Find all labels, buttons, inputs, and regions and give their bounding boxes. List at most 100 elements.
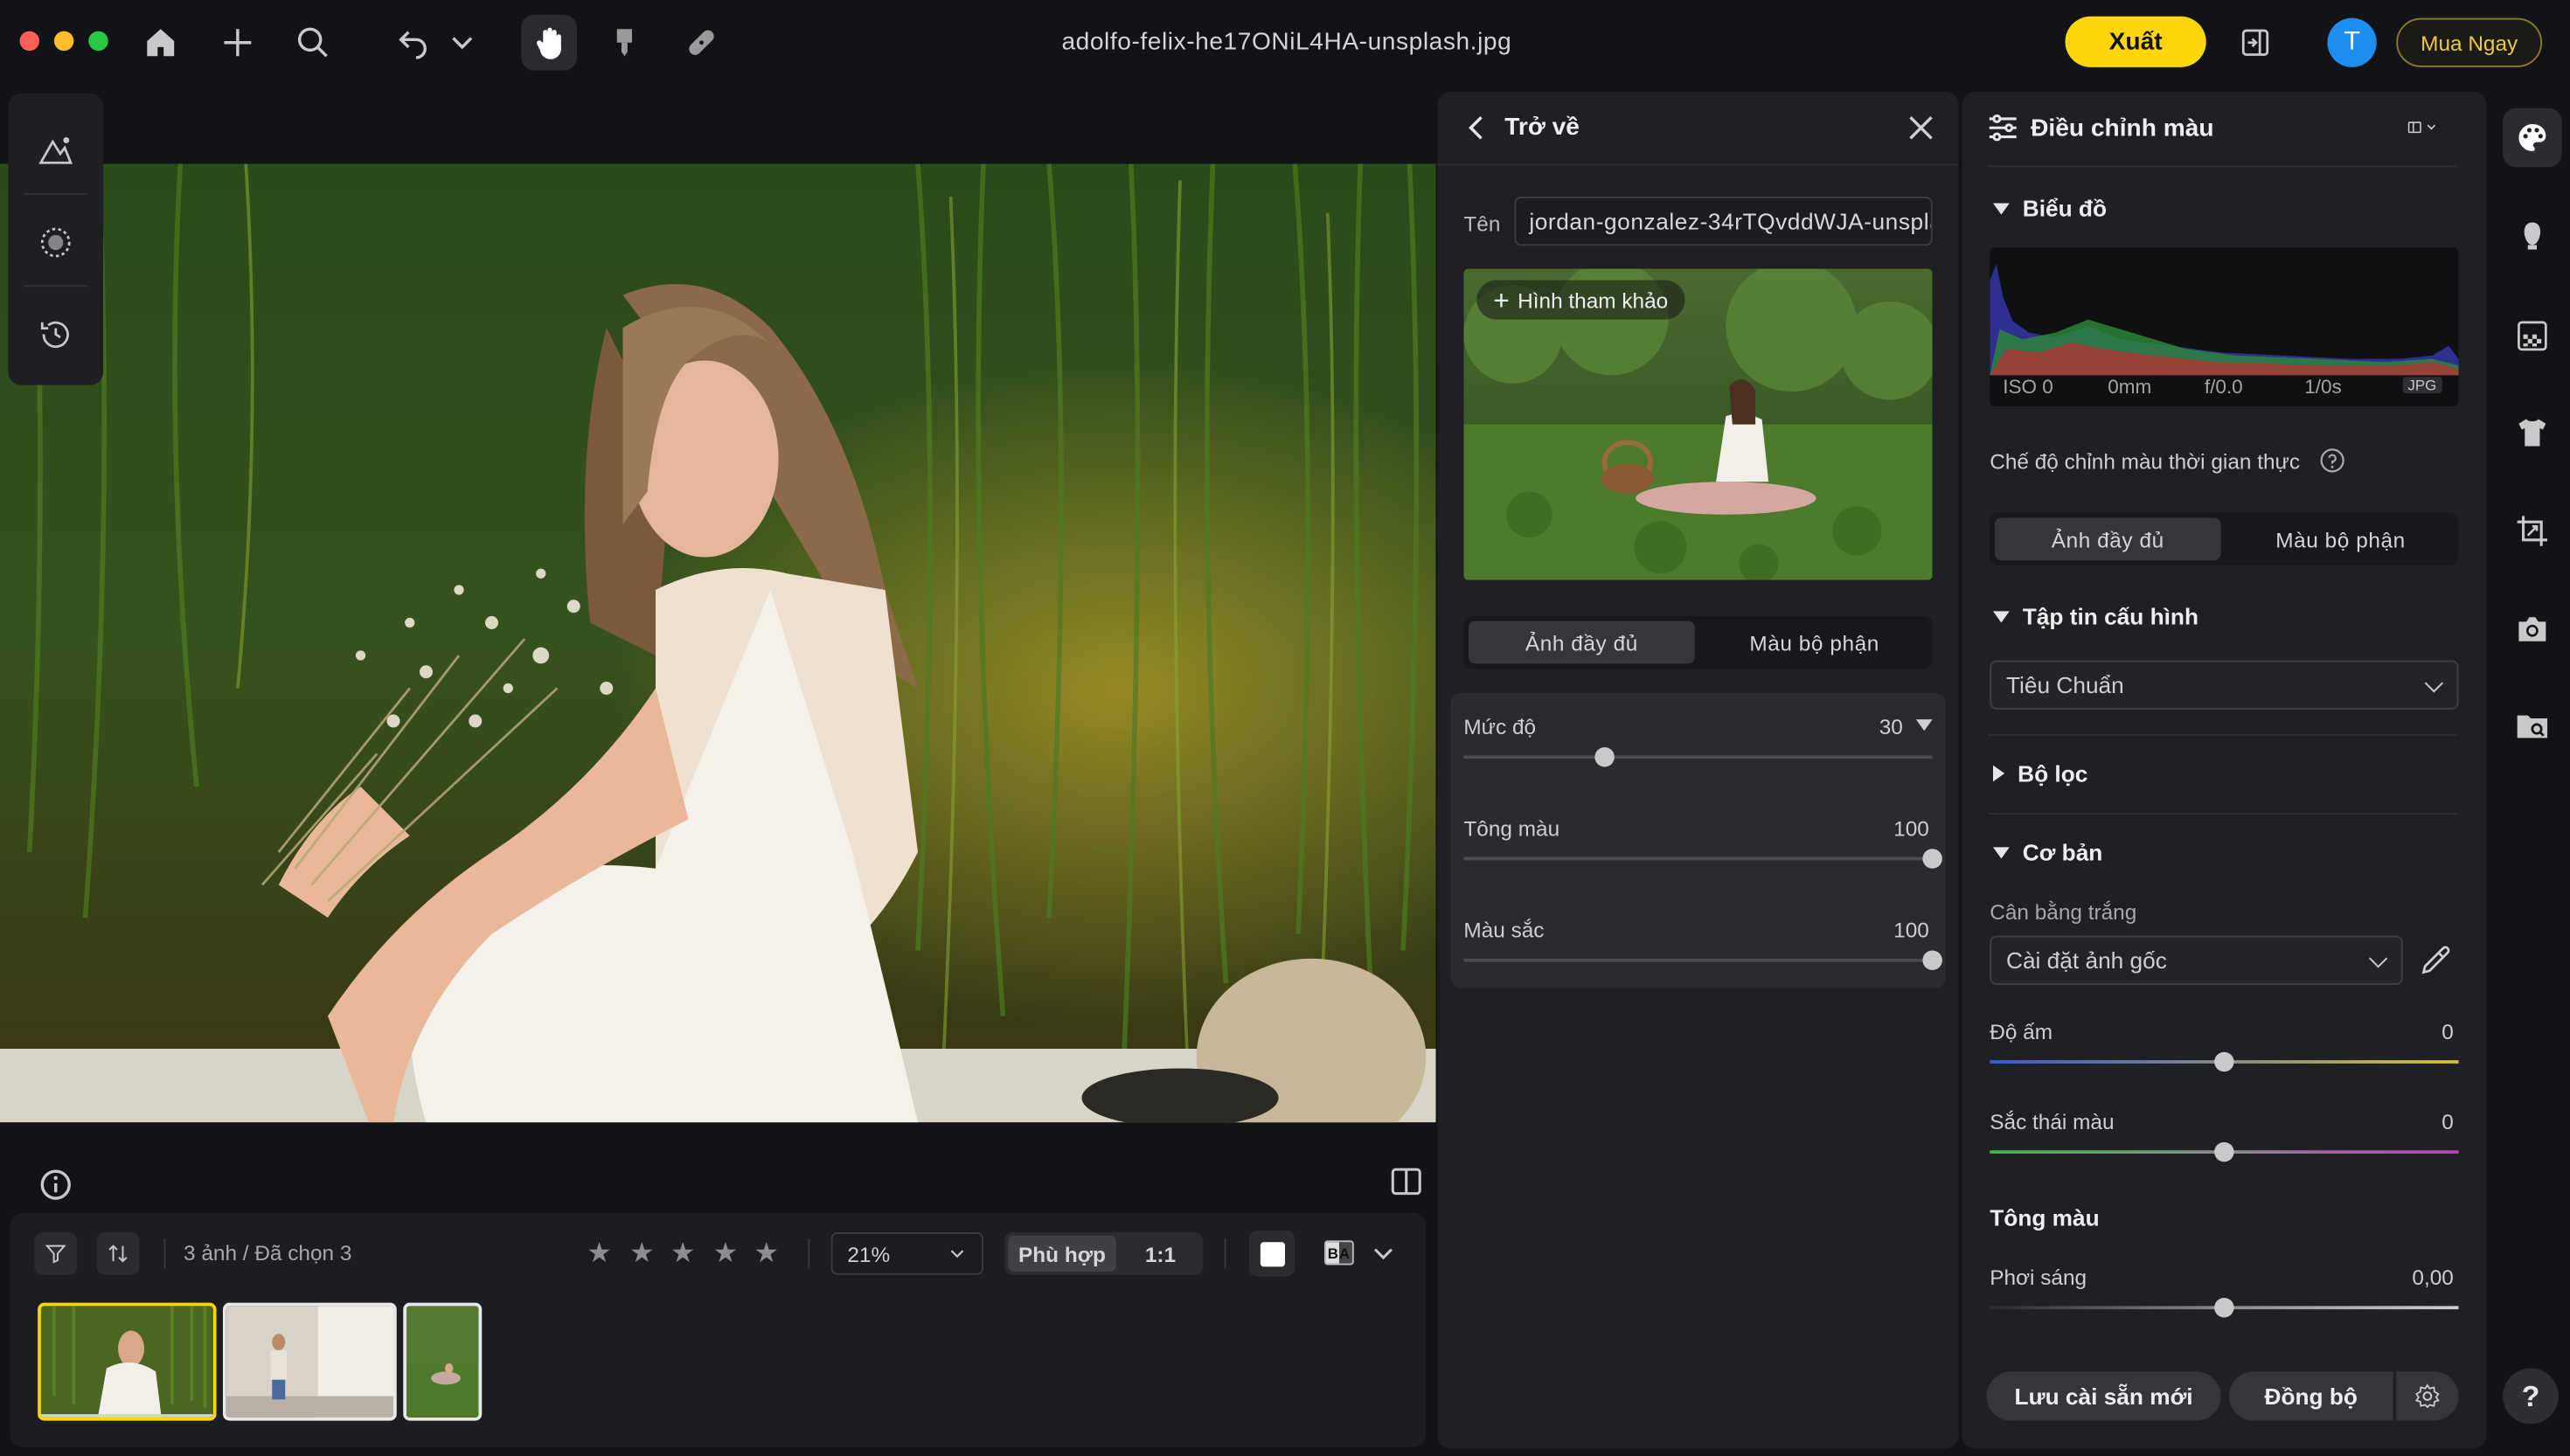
clothing-icon[interactable]: [2508, 408, 2557, 457]
one-to-one-button[interactable]: 1:1: [1120, 1232, 1202, 1275]
zoom-select[interactable]: 21%: [830, 1232, 983, 1275]
strength-slider-knob[interactable]: [1594, 747, 1615, 767]
tab-partial-color[interactable]: Màu bộ phận: [1701, 621, 1928, 664]
main-photo-canvas[interactable]: [0, 163, 1436, 1123]
fit-button[interactable]: Phù hợp: [1008, 1235, 1116, 1272]
background-color-button[interactable]: [1248, 1231, 1295, 1277]
exposure-slider[interactable]: [1990, 1298, 2459, 1318]
texture-mask-icon[interactable]: [31, 218, 80, 267]
export-button[interactable]: Xuất: [2065, 16, 2206, 67]
landscape-edit-icon[interactable]: [31, 126, 80, 175]
help-button[interactable]: ?: [2503, 1368, 2559, 1425]
add-icon[interactable]: [215, 20, 261, 66]
reference-tag[interactable]: + Hình tham khảo: [1476, 280, 1684, 320]
warmth-slider-knob[interactable]: [2214, 1051, 2234, 1072]
thumbnail-3[interactable]: [403, 1302, 483, 1421]
tab-full-image[interactable]: Ảnh đầy đủ: [1469, 621, 1695, 664]
tone-slider[interactable]: [1463, 849, 1942, 869]
preset-name-field[interactable]: jordan-gonzalez-34rTQvddWJA-unsplash: [1514, 197, 1933, 246]
strength-dropdown-icon[interactable]: [1913, 713, 1935, 736]
rating-star-1[interactable]: ★: [587, 1238, 612, 1271]
thumbnail-1-image: [40, 1306, 213, 1418]
portrait-icon[interactable]: [2508, 211, 2557, 260]
crop-icon[interactable]: [2508, 506, 2557, 555]
close-window-button[interactable]: [19, 31, 39, 52]
reference-image[interactable]: + Hình tham khảo: [1463, 268, 1933, 580]
buy-now-button[interactable]: Mua Ngay: [2396, 17, 2543, 67]
brush-tool-icon[interactable]: [601, 20, 648, 66]
before-after-icon[interactable]: BA: [1324, 1240, 1354, 1265]
histogram-section-header[interactable]: Biểu đồ: [1993, 195, 2107, 221]
rating-star-5[interactable]: ★: [754, 1238, 780, 1271]
color-slider-knob[interactable]: [1922, 950, 1942, 970]
tint-value[interactable]: 0: [2388, 1109, 2454, 1134]
strength-slider[interactable]: [1463, 747, 1933, 767]
panel-layout-icon[interactable]: [2392, 107, 2457, 149]
tone-slider-knob[interactable]: [1922, 849, 1942, 869]
photo-image: [0, 163, 1436, 1123]
minimize-window-button[interactable]: [53, 31, 74, 52]
tab-full-image[interactable]: Ảnh đầy đủ: [1994, 517, 2221, 561]
histogram-graph: [1990, 263, 2459, 376]
white-balance-label: Cân bằng trắng: [1990, 899, 2137, 925]
strength-label: Mức độ: [1463, 714, 1537, 739]
sync-button[interactable]: Đồng bộ: [2229, 1371, 2393, 1421]
close-icon[interactable]: [1903, 107, 1939, 149]
camera-icon[interactable]: [2508, 605, 2557, 654]
profile-section-header[interactable]: Tập tin cấu hình: [1993, 603, 2198, 629]
texture-grid-icon[interactable]: [2508, 311, 2557, 360]
undo-icon[interactable]: [390, 20, 436, 66]
filter-section-header[interactable]: Bộ lọc: [1993, 760, 2087, 787]
exif-aperture: f/0.0: [2204, 375, 2243, 399]
compare-view-icon[interactable]: [1384, 1159, 1430, 1205]
warmth-slider[interactable]: [1990, 1051, 2459, 1072]
filter-icon[interactable]: [34, 1232, 78, 1275]
compare-options-chevron-icon[interactable]: [1367, 1231, 1400, 1277]
tint-slider-knob[interactable]: [2214, 1141, 2234, 1162]
strength-value[interactable]: 30: [1837, 715, 1903, 739]
hand-tool-icon[interactable]: [521, 14, 577, 71]
tab-partial-color[interactable]: Màu bộ phận: [2227, 518, 2454, 561]
rating-star-3[interactable]: ★: [670, 1238, 696, 1271]
rating-star-4[interactable]: ★: [713, 1238, 739, 1271]
rating-star-2[interactable]: ★: [629, 1238, 655, 1271]
warmth-value[interactable]: 0: [2388, 1019, 2454, 1043]
sort-icon[interactable]: [96, 1232, 140, 1275]
profile-select[interactable]: Tiêu Chuẩn: [1990, 660, 2459, 710]
reference-tag-label: Hình tham khảo: [1518, 288, 1669, 313]
exposure-slider-knob[interactable]: [2214, 1298, 2234, 1318]
zoom-window-button[interactable]: [88, 31, 108, 52]
info-icon[interactable]: [33, 1161, 80, 1208]
thumbnail-2[interactable]: [223, 1302, 397, 1421]
color-slider[interactable]: [1463, 950, 1942, 970]
chevron-down-icon: [2424, 674, 2443, 693]
color-panel-title: Điều chỉnh màu: [2031, 114, 2214, 143]
basic-section-header[interactable]: Cơ bản: [1993, 839, 2102, 865]
color-palette-icon[interactable]: [2503, 107, 2562, 168]
user-avatar[interactable]: T: [2327, 17, 2377, 67]
help-circle-icon[interactable]: [2319, 447, 2345, 474]
history-icon[interactable]: [31, 309, 80, 358]
sync-settings-button[interactable]: [2396, 1371, 2459, 1421]
undo-history-chevron-icon[interactable]: [440, 20, 486, 66]
fit-toggle-group: Phù hợp 1:1: [1004, 1232, 1204, 1275]
home-icon[interactable]: [138, 20, 184, 66]
exposure-value[interactable]: 0,00: [2372, 1265, 2453, 1290]
folder-search-icon[interactable]: [2508, 702, 2557, 751]
tone-value[interactable]: 100: [1837, 816, 1929, 841]
white-balance-select[interactable]: Cài đặt ảnh gốc: [1990, 935, 2403, 985]
app-root: adolfo-felix-he17ONiL4HA-unsplash.jpg Xu…: [0, 0, 2570, 1456]
thumbnail-1[interactable]: [38, 1302, 217, 1421]
healing-tool-icon[interactable]: [678, 20, 725, 66]
back-chevron-icon[interactable]: [1459, 107, 1495, 149]
panel-toggle-icon[interactable]: [2233, 20, 2279, 66]
filmstrip-panel: 3 ảnh / Đã chọn 3 ★ ★ ★ ★ ★ 21% Phù hợp …: [10, 1212, 1427, 1447]
save-preset-button[interactable]: Lưu cài sẵn mới: [1986, 1371, 2221, 1421]
back-button[interactable]: Trở về: [1504, 113, 1580, 141]
search-icon[interactable]: [290, 20, 337, 66]
tint-slider[interactable]: [1990, 1141, 2459, 1162]
expand-triangle-icon: [1993, 765, 2005, 782]
color-value[interactable]: 100: [1837, 918, 1929, 942]
profile-title: Tập tin cấu hình: [2022, 603, 2199, 629]
eyedropper-icon[interactable]: [2416, 940, 2455, 980]
